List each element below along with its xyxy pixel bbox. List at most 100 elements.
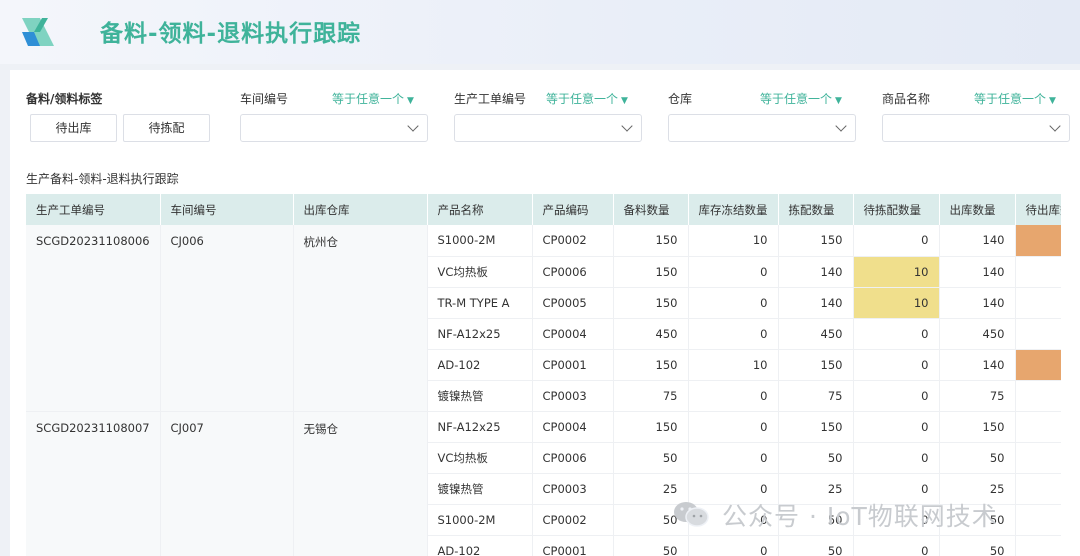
table-cell: 150	[613, 287, 689, 319]
table-cell: S1000-2M	[427, 504, 533, 536]
product-filter-operator[interactable]: 等于任意一个 ▼	[974, 90, 1056, 107]
table-cell: CP0005	[532, 287, 614, 319]
main-panel: 备料/领料标签 待出库 待拣配 车间编号 等于任意一个 ▼ 生产工单编号 等于任意…	[10, 70, 1080, 556]
table-cell: 450	[613, 318, 689, 350]
table-cell: CP0006	[532, 256, 614, 288]
table-cell: 0	[688, 442, 779, 474]
table-cell	[1015, 380, 1061, 412]
table-cell: 杭州仓	[293, 225, 428, 412]
table-cell: 10	[853, 256, 940, 288]
table-cell: 140	[778, 256, 854, 288]
table-cell	[1015, 504, 1061, 536]
workshop-filter-operator[interactable]: 等于任意一个 ▼	[332, 90, 414, 107]
table-cell: 150	[778, 225, 854, 257]
table-cell: 镀镍热管	[427, 473, 533, 505]
table-cell: TR-M TYPE A	[427, 287, 533, 319]
column-header[interactable]: 库存冻结数量	[688, 194, 779, 225]
table-cell: 75	[613, 380, 689, 412]
table-cell: AD-102	[427, 349, 533, 381]
order-filter-operator[interactable]: 等于任意一个 ▼	[546, 90, 628, 107]
table-cell: 140	[939, 225, 1016, 257]
tag-button-pending-out[interactable]: 待出库	[30, 114, 117, 142]
table-cell: 0	[853, 349, 940, 381]
column-header[interactable]: 生产工单编号	[26, 194, 161, 225]
table-cell: VC均热板	[427, 256, 533, 288]
table-cell: 450	[778, 318, 854, 350]
table-cell: 75	[778, 380, 854, 412]
chevron-down-icon	[621, 120, 633, 132]
table-cell: 无锡仓	[293, 411, 428, 556]
table-cell: CP0004	[532, 411, 614, 443]
table-cell	[1015, 411, 1061, 443]
table-cell: NF-A12x25	[427, 318, 533, 350]
table-cell: 0	[853, 411, 940, 443]
table-cell: 0	[688, 318, 779, 350]
table-cell: AD-102	[427, 535, 533, 556]
table-cell: SCGD20231108007	[26, 411, 161, 556]
table-cell: CP0003	[532, 473, 614, 505]
table-cell: 10	[688, 349, 779, 381]
chevron-down-icon	[407, 120, 419, 132]
table-cell	[1015, 287, 1061, 319]
table-row[interactable]: SCGD20231108007 CJ007 无锡仓 NF-A12x25 CP0004 15…	[26, 411, 1061, 556]
table-cell	[1015, 535, 1061, 556]
table-cell: 0	[688, 287, 779, 319]
column-header[interactable]: 备料数量	[613, 194, 689, 225]
table-cell: 50	[939, 535, 1016, 556]
table-cell: 0	[688, 411, 779, 443]
table-header-row: 生产工单编号 车间编号 出库仓库 产品名称 产品编码 备料数量 库存冻结数量 拣…	[26, 194, 1061, 225]
table-cell: 150	[613, 256, 689, 288]
table-cell: 0	[688, 535, 779, 556]
table-cell: 50	[613, 535, 689, 556]
table-cell: CP0002	[532, 504, 614, 536]
column-header[interactable]: 出库数量	[939, 194, 1016, 225]
table-cell: 450	[939, 318, 1016, 350]
wechat-icon	[674, 502, 709, 527]
column-header[interactable]: 待出库数	[1015, 194, 1061, 225]
table-cell: CP0003	[532, 380, 614, 412]
table-cell: SCGD20231108006	[26, 225, 161, 412]
table-cell: 0	[688, 380, 779, 412]
table-cell: 150	[778, 349, 854, 381]
table-cell: CJ007	[160, 411, 294, 556]
watermark-text: 公众号 · IoT物联网技术	[722, 502, 998, 531]
table-cell	[1015, 442, 1061, 474]
dropdown-triangle-icon: ▼	[407, 96, 414, 106]
table-cell: 75	[939, 380, 1016, 412]
column-header[interactable]: 拣配数量	[778, 194, 854, 225]
column-header[interactable]: 待拣配数量	[853, 194, 940, 225]
product-filter-label: 商品名称	[882, 92, 931, 106]
warehouse-filter-operator[interactable]: 等于任意一个 ▼	[760, 90, 842, 107]
page-title: 备料-领料-退料执行跟踪	[100, 21, 362, 47]
table-row[interactable]: SCGD20231108006 CJ006 杭州仓 S1000-2M CP0002 150…	[26, 225, 1061, 412]
chevron-down-icon	[835, 120, 847, 132]
table-cell: 10	[688, 225, 779, 257]
table-cell: 140	[778, 287, 854, 319]
table-cell: 0	[853, 535, 940, 556]
table-cell: S1000-2M	[427, 225, 533, 257]
table-cell: CJ006	[160, 225, 294, 412]
table-cell: 50	[778, 442, 854, 474]
app-logo-icon	[22, 18, 54, 46]
dropdown-triangle-icon: ▼	[835, 96, 842, 106]
order-filter-label: 生产工单编号	[454, 92, 527, 106]
table-cell: CP0004	[532, 318, 614, 350]
tag-button-pending-pick[interactable]: 待拣配	[123, 114, 210, 142]
table-cell: 50	[939, 442, 1016, 474]
workshop-filter-label: 车间编号	[240, 92, 289, 106]
column-header[interactable]: 出库仓库	[293, 194, 428, 225]
table-cell: VC均热板	[427, 442, 533, 474]
warehouse-select[interactable]	[668, 114, 856, 142]
table-cell: 150	[939, 411, 1016, 443]
column-header[interactable]: 车间编号	[160, 194, 294, 225]
table-cell	[1015, 318, 1061, 350]
table-title: 生产备料-领料-退料执行跟踪	[26, 172, 179, 186]
table-cell: 10	[853, 287, 940, 319]
column-header[interactable]: 产品名称	[427, 194, 533, 225]
product-select[interactable]	[882, 114, 1070, 142]
page-header: 备料-领料-退料执行跟踪	[0, 0, 1080, 64]
order-select[interactable]	[454, 114, 642, 142]
table-cell	[1015, 473, 1061, 505]
workshop-select[interactable]	[240, 114, 428, 142]
column-header[interactable]: 产品编码	[532, 194, 614, 225]
